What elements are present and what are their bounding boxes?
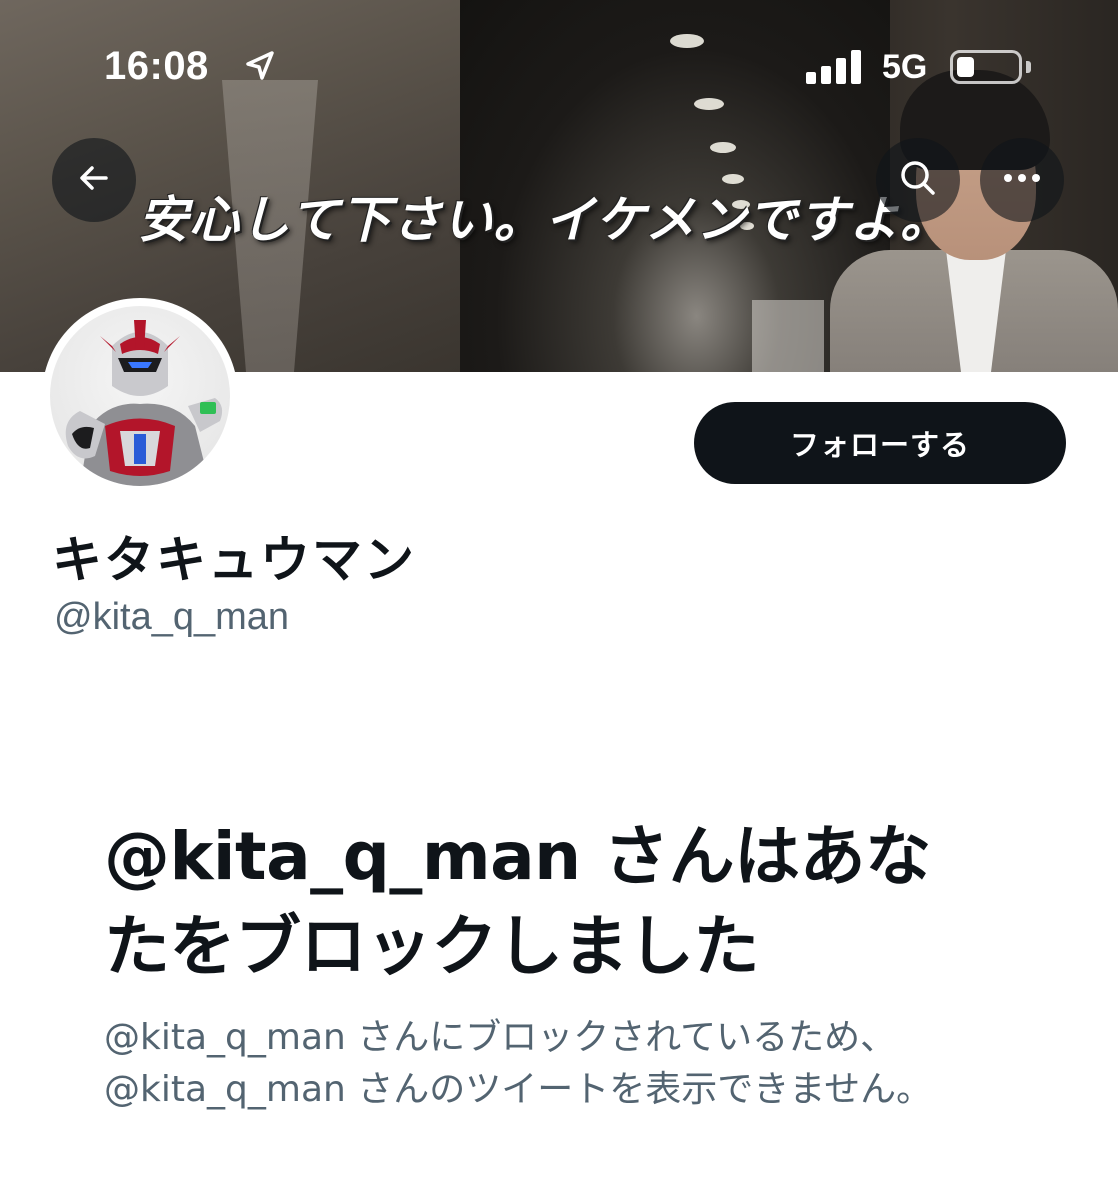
blocked-description: @kita_q_man さんにブロックされているため、 @kita_q_man …	[104, 1012, 1044, 1116]
blocked-title-line: @kita_q_man さんはあな	[104, 818, 931, 895]
search-icon	[898, 158, 938, 203]
status-bar: 16:08 5G	[0, 0, 1118, 120]
more-icon	[1002, 171, 1042, 189]
signal-icon	[806, 50, 864, 84]
search-button[interactable]	[876, 138, 960, 222]
battery-cap	[1026, 61, 1031, 73]
display-name: キタキュウマン	[52, 531, 416, 589]
back-arrow-icon	[76, 160, 112, 201]
more-button[interactable]	[980, 138, 1064, 222]
blocked-description-line: @kita_q_man さんにブロックされているため、	[104, 1017, 897, 1058]
blocked-title-line: たをブロックしました	[104, 908, 760, 985]
avatar[interactable]	[42, 298, 238, 494]
follow-button[interactable]: フォローする	[694, 402, 1066, 484]
banner-caption: 安心して下さい。イケメンですよ。	[138, 191, 951, 249]
blocked-description-line: @kita_q_man さんのツイートを表示できません。	[104, 1069, 933, 1110]
back-button[interactable]	[52, 138, 136, 222]
blocked-title: @kita_q_man さんはあな たをブロックしました	[104, 812, 1044, 992]
avatar-image	[50, 306, 230, 486]
banner-hallway-end	[752, 300, 824, 372]
status-time: 16:08	[104, 44, 209, 88]
network-type: 5G	[882, 48, 928, 86]
location-arrow-icon	[244, 50, 276, 87]
battery-icon	[950, 50, 1022, 84]
user-handle: @kita_q_man	[54, 596, 290, 638]
